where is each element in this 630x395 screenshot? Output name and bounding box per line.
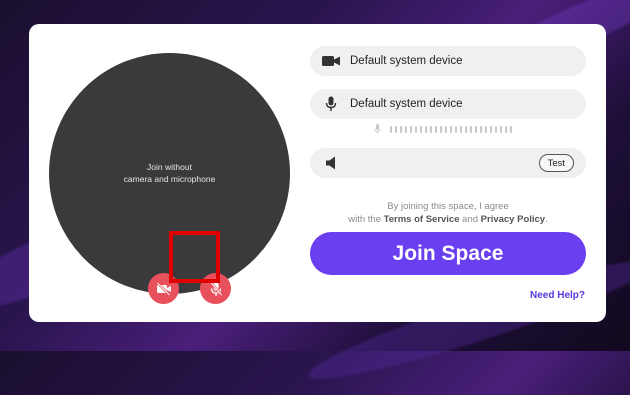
level-bar bbox=[400, 125, 402, 133]
mic-level-icon bbox=[374, 124, 381, 134]
level-bar bbox=[435, 125, 437, 133]
level-bar bbox=[490, 125, 492, 133]
level-bar bbox=[450, 125, 452, 133]
agreement-prefix: with the bbox=[348, 214, 384, 225]
microphone-device-value: Default system device bbox=[350, 98, 463, 110]
video-camera-icon bbox=[321, 51, 341, 71]
agreement-suffix: . bbox=[545, 214, 548, 225]
level-bar bbox=[470, 125, 472, 133]
level-bar bbox=[510, 125, 512, 133]
level-bar bbox=[390, 125, 392, 133]
level-bar bbox=[495, 125, 497, 133]
level-bar bbox=[500, 125, 502, 133]
level-bar bbox=[460, 125, 462, 133]
level-bar bbox=[440, 125, 442, 133]
agreement-middle: and bbox=[459, 214, 481, 225]
level-bar bbox=[395, 125, 397, 133]
join-space-button[interactable]: Join Space bbox=[310, 232, 586, 275]
level-bar bbox=[420, 125, 422, 133]
camera-device-value: Default system device bbox=[350, 55, 463, 67]
level-bar bbox=[480, 125, 482, 133]
agreement-line-1: By joining this space, I agree bbox=[387, 201, 509, 212]
level-bar bbox=[485, 125, 487, 133]
level-bar bbox=[425, 125, 427, 133]
speaker-test-button[interactable]: Test bbox=[538, 154, 574, 172]
microphone-level-meter bbox=[374, 124, 512, 134]
level-bar bbox=[455, 125, 457, 133]
level-bar bbox=[505, 125, 507, 133]
terms-of-service-link[interactable]: Terms of Service bbox=[384, 214, 460, 225]
level-bar bbox=[415, 125, 417, 133]
camera-device-select[interactable]: Default system device bbox=[310, 46, 586, 76]
preview-message: Join without camera and microphone bbox=[123, 162, 216, 184]
level-bar bbox=[475, 125, 477, 133]
agreement-line-2: with the Terms of Service and Privacy Po… bbox=[310, 213, 586, 226]
level-bar bbox=[445, 125, 447, 133]
speaker-device-select[interactable]: Test bbox=[310, 148, 586, 178]
join-space-dialog: Join without camera and microphone Defau… bbox=[29, 24, 606, 322]
level-bar bbox=[430, 125, 432, 133]
privacy-policy-link[interactable]: Privacy Policy bbox=[481, 214, 545, 225]
camera-off-icon bbox=[156, 281, 171, 296]
speaker-icon bbox=[321, 153, 341, 173]
terms-agreement: By joining this space, I agree with the … bbox=[310, 200, 586, 226]
level-bar bbox=[405, 125, 407, 133]
microphone-button-highlight bbox=[169, 231, 220, 283]
level-bar bbox=[465, 125, 467, 133]
microphone-icon bbox=[321, 94, 341, 114]
microphone-device-select[interactable]: Default system device bbox=[310, 89, 586, 119]
level-bar bbox=[410, 125, 412, 133]
need-help-link[interactable]: Need Help? bbox=[530, 290, 585, 301]
